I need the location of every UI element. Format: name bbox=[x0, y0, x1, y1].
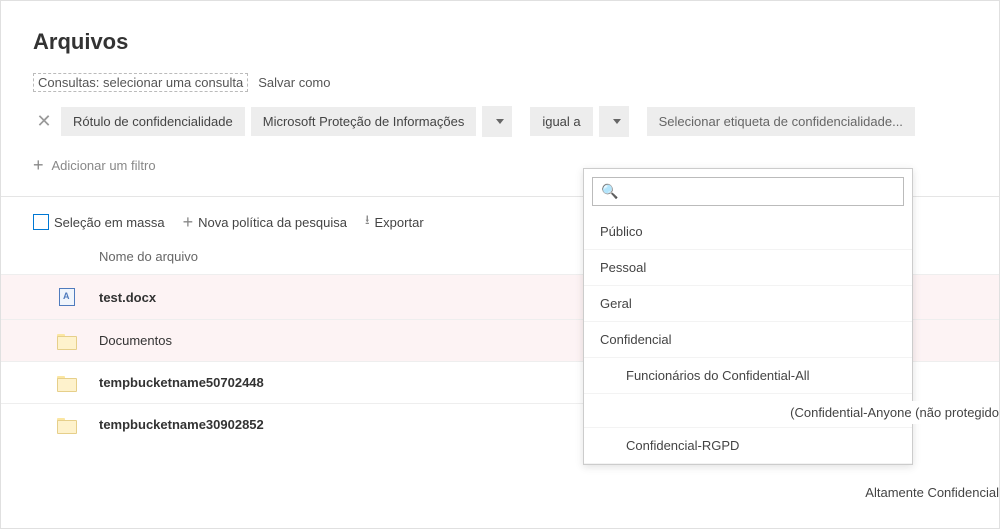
filter-operator[interactable]: igual a bbox=[530, 107, 592, 136]
query-selector[interactable]: Consultas: selecionar uma consulta bbox=[33, 73, 248, 92]
page-title: Arquivos bbox=[33, 29, 967, 55]
chevron-down-icon bbox=[496, 119, 504, 124]
filter-row: ✕ Rótulo de confidencialidade Microsoft … bbox=[1, 106, 999, 149]
dropdown-item[interactable]: Geral bbox=[584, 286, 912, 322]
remove-filter-icon[interactable]: ✕ bbox=[33, 111, 55, 133]
search-icon: 🔍 bbox=[601, 183, 618, 200]
export-button[interactable]: ⭳ Exportar bbox=[365, 211, 424, 233]
filter-operator-caret[interactable] bbox=[599, 106, 629, 137]
filter-provider-caret[interactable] bbox=[482, 106, 512, 137]
plus-icon: + bbox=[33, 155, 44, 176]
filter-field[interactable]: Rótulo de confidencialidade bbox=[61, 107, 245, 136]
new-policy-label: Nova política da pesquisa bbox=[198, 215, 347, 230]
new-policy-button[interactable]: + Nova política da pesquisa bbox=[183, 212, 347, 233]
dropdown-item[interactable]: Funcionários do Confidential-All bbox=[584, 358, 912, 394]
export-label: Exportar bbox=[375, 215, 424, 230]
file-name: tempbucketname50702448 bbox=[99, 375, 264, 390]
dropdown-search-input[interactable] bbox=[624, 184, 895, 199]
download-icon: ⭳ bbox=[365, 211, 370, 233]
page-header: Arquivos bbox=[1, 1, 999, 73]
dropdown-item[interactable]: Confidencial-RGPD bbox=[584, 428, 912, 464]
query-row: Consultas: selecionar uma consulta Salva… bbox=[1, 73, 999, 106]
filter-value-selector[interactable]: Selecionar etiqueta de confidencialidade… bbox=[647, 107, 915, 136]
folder-icon bbox=[57, 334, 75, 347]
dropdown-item[interactable]: Confidencial bbox=[584, 322, 912, 358]
dropdown-item[interactable]: Público bbox=[584, 214, 912, 250]
overflow-text-anyone: (Confidential-Anyone (não protegido bbox=[784, 401, 999, 424]
add-filter-label: Adicionar um filtro bbox=[52, 158, 156, 173]
file-name: tempbucketname30902852 bbox=[99, 417, 264, 432]
dropdown-item[interactable]: Pessoal bbox=[584, 250, 912, 286]
filter-provider[interactable]: Microsoft Proteção de Informações bbox=[251, 107, 477, 136]
bulk-select-label: Seleção em massa bbox=[54, 215, 165, 230]
checkbox-icon[interactable] bbox=[33, 214, 49, 230]
file-name: Documentos bbox=[99, 333, 172, 348]
filter-provider-label: Microsoft Proteção de Informações bbox=[263, 114, 465, 129]
folder-icon bbox=[57, 418, 75, 431]
bulk-select[interactable]: Seleção em massa bbox=[33, 214, 165, 230]
plus-icon: + bbox=[183, 212, 194, 233]
filter-operator-label: igual a bbox=[542, 114, 580, 129]
file-name: test.docx bbox=[99, 290, 156, 305]
folder-icon bbox=[57, 376, 75, 389]
chevron-down-icon bbox=[613, 119, 621, 124]
overflow-text-highly: Altamente Confidencial bbox=[859, 481, 999, 504]
docx-icon bbox=[59, 288, 75, 306]
dropdown-search[interactable]: 🔍 bbox=[592, 177, 904, 206]
save-as-button[interactable]: Salvar como bbox=[258, 75, 330, 90]
